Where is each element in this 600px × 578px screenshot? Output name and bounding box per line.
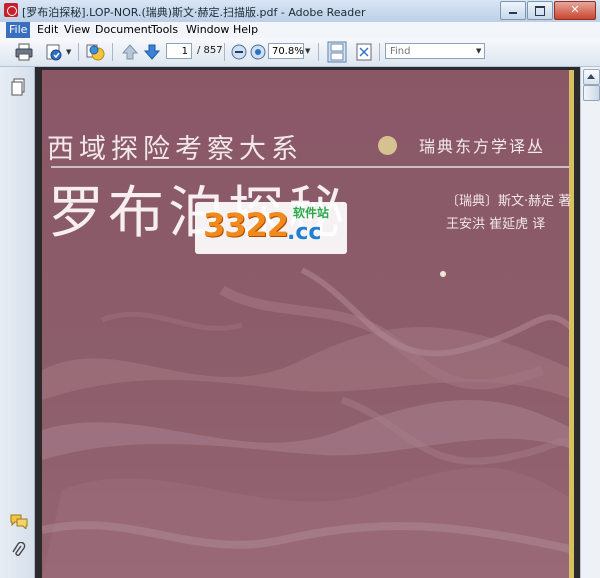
- window-title: [罗布泊探秘].LOP-NOR.(瑞典)斯文·赫定.扫描版.pdf - Adob…: [22, 6, 366, 19]
- email-attach-icon[interactable]: [44, 42, 64, 62]
- menu-file[interactable]: File: [6, 22, 31, 38]
- document-view[interactable]: 西域探险考察大系 瑞典东方学译丛 罗布泊探秘 〔瑞典〕斯文·赫定 著 王安洪 崔…: [35, 67, 580, 578]
- menu-edit[interactable]: Edit: [34, 22, 61, 38]
- pdf-page-cover: 西域探险考察大系 瑞典东方学译丛 罗布泊探秘 〔瑞典〕斯文·赫定 著 王安洪 崔…: [42, 70, 574, 578]
- page-total-label: / 857: [197, 45, 223, 56]
- series-title: 西域探险考察大系: [47, 134, 303, 165]
- zoom-dropdown-icon[interactable]: ▼: [305, 47, 310, 55]
- find-dropdown-icon[interactable]: ▼: [476, 47, 481, 55]
- find-input[interactable]: Find: [385, 43, 485, 59]
- menu-help[interactable]: Help: [230, 22, 261, 38]
- close-button[interactable]: [554, 1, 596, 20]
- scrolling-mode-icon[interactable]: [327, 41, 347, 63]
- zoom-in-icon[interactable]: [248, 42, 268, 62]
- menu-view[interactable]: View: [61, 22, 93, 38]
- zoom-level-input[interactable]: 70.8%: [268, 43, 304, 59]
- collaborate-icon[interactable]: [85, 42, 105, 62]
- attachments-icon[interactable]: [12, 542, 26, 560]
- watermark-number: 3322: [203, 206, 289, 244]
- toolbar: ▼ 1 / 857 70.8% ▼ Find ▼: [0, 38, 600, 67]
- dropdown-arrow-icon[interactable]: ▼: [66, 48, 71, 56]
- menu-window[interactable]: Window: [183, 22, 232, 38]
- translators-line: 王安洪 崔延虎 译: [446, 217, 546, 232]
- previous-page-icon[interactable]: [120, 42, 140, 62]
- scroll-up-button[interactable]: [583, 69, 600, 85]
- print-icon[interactable]: [14, 42, 34, 62]
- title-divider: [51, 166, 569, 168]
- menu-bar: File Edit View Document Tools Window Hel…: [0, 22, 600, 39]
- watermark-tag: 软件站: [293, 206, 330, 220]
- cover-star-dot: [440, 271, 446, 277]
- adobe-reader-icon: [4, 3, 18, 17]
- series-circle-emblem: [378, 136, 397, 155]
- next-page-icon[interactable]: [142, 42, 162, 62]
- scroll-thumb[interactable]: [583, 85, 600, 101]
- zoom-out-icon[interactable]: [229, 42, 249, 62]
- vertical-scrollbar[interactable]: [580, 67, 600, 578]
- maximize-button[interactable]: [527, 1, 553, 20]
- menu-tools[interactable]: Tools: [148, 22, 181, 38]
- watermark-suffix: .cc: [287, 220, 322, 245]
- navigation-panel: [0, 67, 35, 578]
- fit-page-icon[interactable]: [354, 42, 374, 62]
- menu-document[interactable]: Document: [92, 22, 155, 38]
- pages-icon[interactable]: [11, 78, 25, 96]
- minimize-button[interactable]: [500, 1, 526, 20]
- author-line: 〔瑞典〕斯文·赫定 著: [446, 194, 572, 209]
- page-number-input[interactable]: 1: [166, 43, 192, 59]
- title-bar: [罗布泊探秘].LOP-NOR.(瑞典)斯文·赫定.扫描版.pdf - Adob…: [0, 0, 600, 23]
- site-watermark: 3322 软件站 .cc: [195, 202, 347, 254]
- comments-icon[interactable]: [10, 513, 28, 529]
- series-subtitle: 瑞典东方学译丛: [419, 137, 546, 156]
